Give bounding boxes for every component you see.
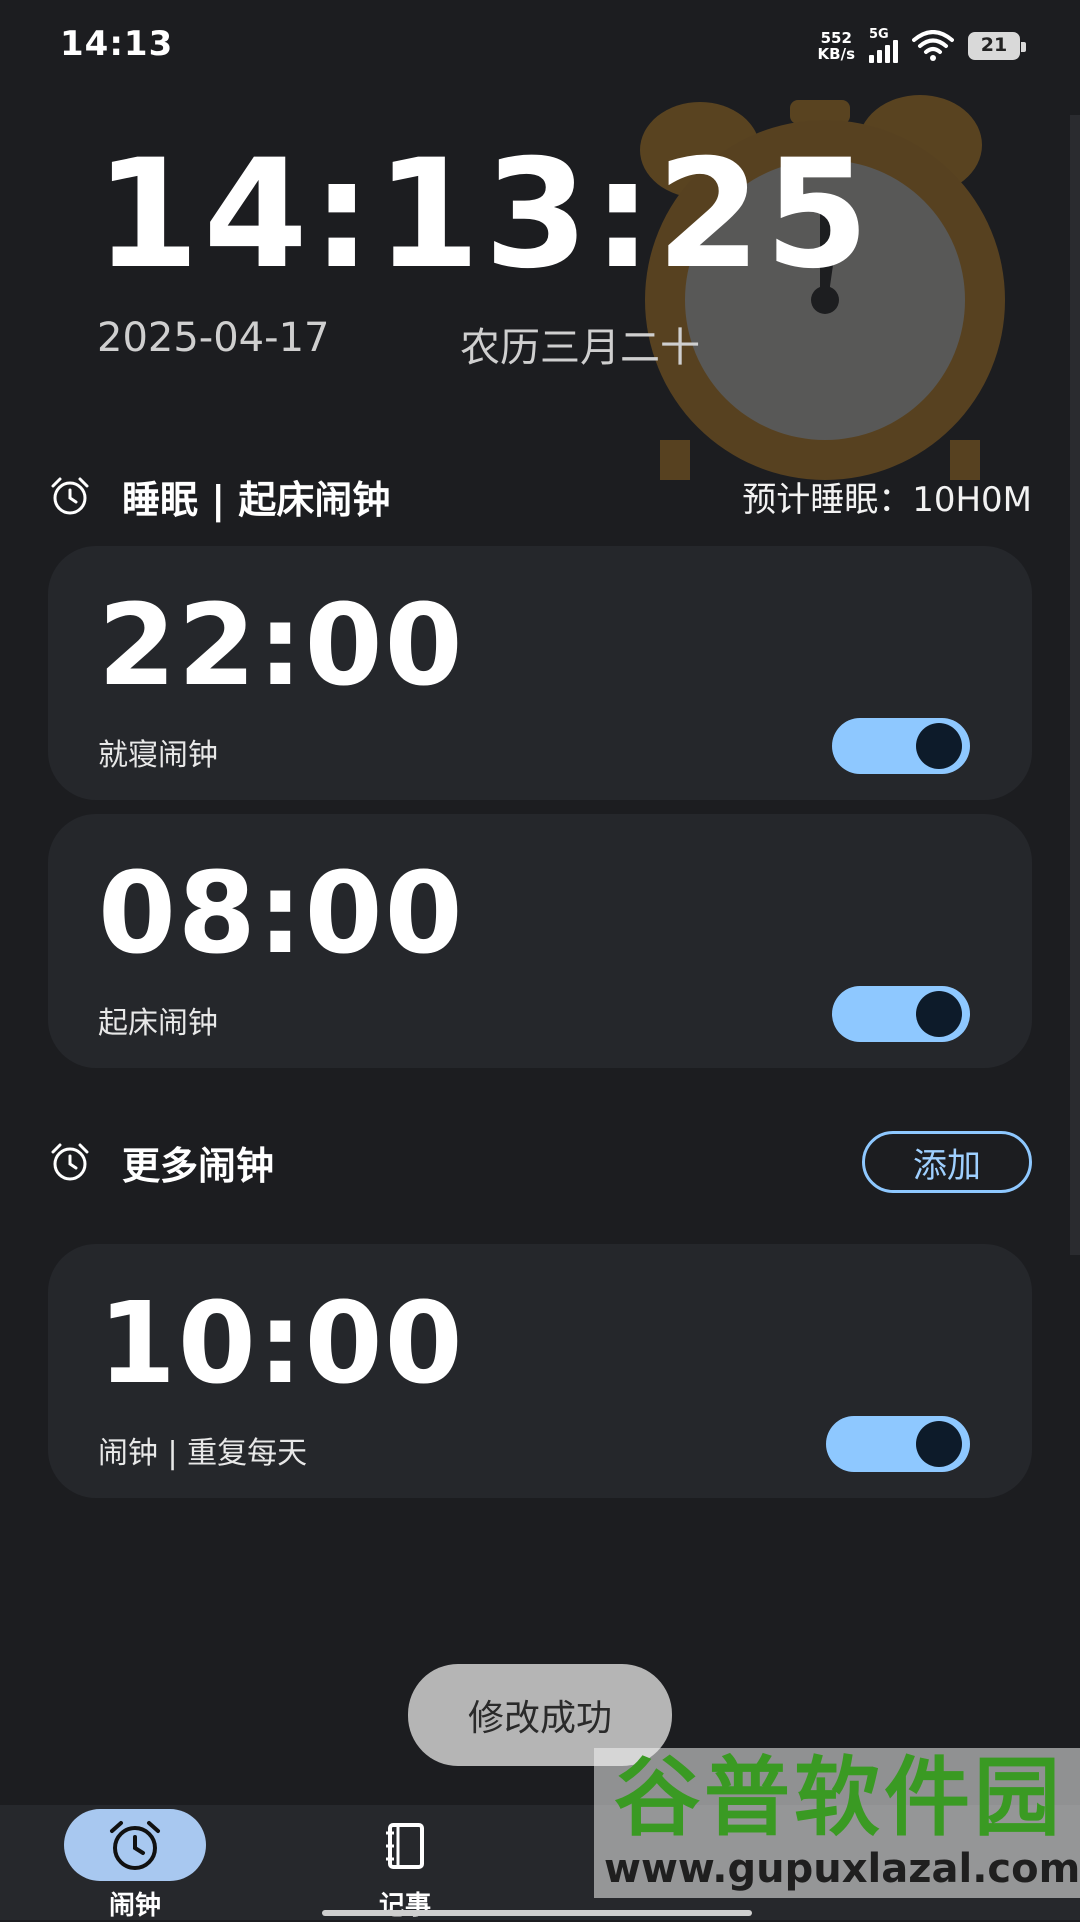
alarm-toggle-wakeup[interactable] <box>832 986 970 1042</box>
alarm-card-wakeup[interactable]: 08:00 起床闹钟 <box>48 814 1032 1068</box>
alarm-clock-icon <box>110 1821 160 1870</box>
watermark-name: 谷普软件园 <box>614 1748 1064 1848</box>
sleep-section-title: 睡眠 | 起床闹钟 <box>122 477 391 522</box>
battery-icon: 21 <box>968 32 1026 60</box>
wifi-icon <box>912 30 954 61</box>
alarm-time: 08:00 <box>98 849 465 979</box>
nav-label: 记事 <box>378 1891 431 1921</box>
net-speed-value: 552 <box>820 29 852 47</box>
current-date: 2025-04-17 <box>97 315 330 361</box>
notebook-icon <box>386 1823 424 1869</box>
network-type: 5G <box>869 27 889 42</box>
alarm-label: 就寝闹钟 <box>98 738 218 773</box>
toggle-knob <box>916 991 962 1037</box>
status-bar: 14:13 552 KB/s 5G 21 <box>0 0 1080 92</box>
alarm-label: 起床闹钟 <box>98 1006 218 1041</box>
add-alarm-button[interactable]: 添加 <box>862 1131 1032 1193</box>
battery-level: 21 <box>980 34 1008 56</box>
nav-item-alarm[interactable]: 闹钟 <box>64 1805 264 1921</box>
gesture-bar[interactable] <box>322 1910 752 1916</box>
alarm-toggle-bedtime[interactable] <box>832 718 970 774</box>
watermark-url: www.gupuxlazal.com <box>604 1846 1080 1892</box>
lunar-date: 农历三月二十 <box>460 325 700 371</box>
status-icons: 552 KB/s 5G 21 <box>818 27 1026 64</box>
nav-label: 闹钟 <box>108 1891 161 1921</box>
current-time: 14:13:25 <box>95 128 874 302</box>
alarm-time: 22:00 <box>98 581 465 711</box>
alarm-card-custom[interactable]: 10:00 闹钟 | 重复每天 <box>48 1244 1032 1498</box>
nav-item-notes[interactable]: 记事 <box>334 1805 534 1921</box>
net-speed: 552 KB/s <box>818 30 855 62</box>
alarm-toggle-custom[interactable] <box>826 1416 970 1472</box>
more-alarms-title: 更多闹钟 <box>122 1143 275 1188</box>
net-speed-unit: KB/s <box>817 45 855 63</box>
alarm-label: 闹钟 | 重复每天 <box>98 1436 308 1471</box>
sleep-estimate: 预计睡眠：10H0M <box>742 479 1032 520</box>
more-alarms-header: 更多闹钟 添加 <box>48 1131 1032 1193</box>
watermark: 谷普软件园 www.gupuxlazal.com <box>594 1748 1080 1898</box>
alarm-icon <box>51 1143 89 1181</box>
toggle-knob <box>916 1421 962 1467</box>
cell-signal-icon: 5G <box>869 27 898 63</box>
alarm-time: 10:00 <box>98 1279 465 1409</box>
scrollbar[interactable] <box>1070 115 1080 1255</box>
sleep-section-header: 睡眠 | 起床闹钟 预计睡眠：10H0M <box>48 466 1032 526</box>
alarm-icon <box>51 477 89 515</box>
toggle-knob <box>916 723 962 769</box>
alarm-card-bedtime[interactable]: 22:00 就寝闹钟 <box>48 546 1032 800</box>
status-time: 14:13 <box>60 24 174 64</box>
